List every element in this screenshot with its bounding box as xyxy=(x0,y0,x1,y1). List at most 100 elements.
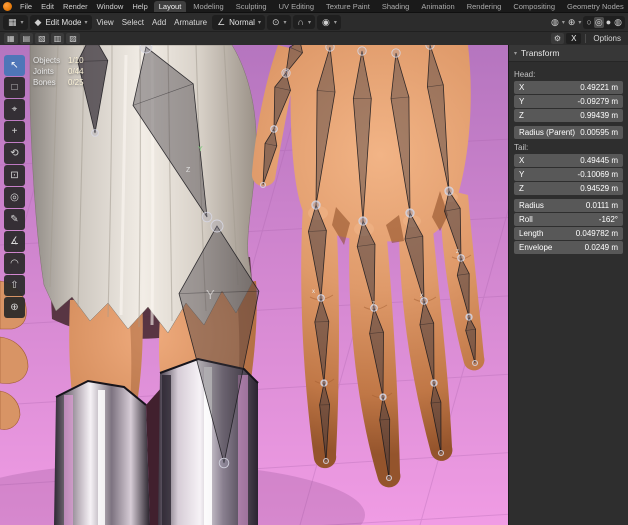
tool-cursor[interactable]: ⌖ xyxy=(4,99,25,120)
shading-mode-group: ○ ◎ ● ◍ xyxy=(583,16,625,29)
chevron-down-icon: ▾ xyxy=(308,19,311,26)
header-toggle-icon-5[interactable]: ▨ xyxy=(66,33,80,44)
tail-z-field[interactable]: Z 0.94529 m xyxy=(514,182,623,195)
pivot-dropdown[interactable]: ⊙ ▾ xyxy=(267,15,291,30)
length-field[interactable]: Length 0.049782 m xyxy=(514,227,623,240)
material-shading-icon[interactable]: ● xyxy=(605,17,612,28)
workspace-tab-texture-paint[interactable]: Texture Paint xyxy=(321,1,375,12)
field-label: Envelope xyxy=(519,243,552,252)
workspace-tab-modeling[interactable]: Modeling xyxy=(188,1,228,12)
menu-help[interactable]: Help xyxy=(128,1,151,12)
editor-type-button[interactable]: ▦ ▾ xyxy=(3,15,28,30)
solid-shading-icon[interactable]: ◎ xyxy=(594,17,604,28)
tool-extrude[interactable]: ⇧ xyxy=(4,275,25,296)
stat-objects: Objects 1/10 xyxy=(33,56,84,67)
mirror-x-toggle[interactable]: X xyxy=(566,33,581,44)
chevron-down-icon: ▾ xyxy=(334,19,337,26)
stat-label: Bones xyxy=(33,78,64,89)
radius-field[interactable]: Radius 0.0111 m xyxy=(514,199,623,212)
gizmos-icon[interactable]: ⊕ xyxy=(567,17,577,28)
tail-x-field[interactable]: X 0.49445 m xyxy=(514,154,623,167)
tool-settings-bar: ▦ ▤ ▧ ▥ ▨ ⚙ X Options xyxy=(0,31,628,45)
svg-text:Y: Y xyxy=(198,146,203,153)
head-z-field[interactable]: Z 0.99439 m xyxy=(514,109,623,122)
field-label: X xyxy=(519,156,524,165)
field-value: 0.49445 m xyxy=(580,156,618,165)
workspace-tab-animation[interactable]: Animation xyxy=(416,1,459,12)
tool-select-box[interactable]: □ xyxy=(4,77,25,98)
workspace-tab-uv-editing[interactable]: UV Editing xyxy=(274,1,319,12)
chevron-down-icon: ▾ xyxy=(284,19,287,26)
header-toggle-icon-3[interactable]: ▧ xyxy=(35,33,49,44)
orientation-label: Normal xyxy=(229,18,255,27)
workspace-tab-geometry-nodes[interactable]: Geometry Nodes xyxy=(562,1,628,12)
3d-viewport[interactable]: YZYxzxz ↖ □ ⌖ + ⟲ ⊡ ◎ ✎ ∡ ◠ ⇧ ⊕ Objects … xyxy=(0,45,628,525)
mode-dropdown[interactable]: ◆ Edit Mode ▾ xyxy=(30,15,92,30)
menu-edit[interactable]: Edit xyxy=(37,1,58,12)
menu-add[interactable]: Add xyxy=(149,17,169,28)
head-radius-parent-field[interactable]: Radius (Parent) 0.00595 m xyxy=(514,126,623,139)
collapse-arrow-icon: ▾ xyxy=(514,50,517,57)
field-label: Y xyxy=(519,97,524,106)
stat-label: Objects xyxy=(33,56,64,67)
tool-extrude-to-cursor[interactable]: ⊕ xyxy=(4,297,25,318)
editor-type-icon: ▦ xyxy=(7,17,18,28)
tool-rotate[interactable]: ⟲ xyxy=(4,143,25,164)
orientation-dropdown[interactable]: ∠ Normal ▾ xyxy=(212,15,265,30)
field-value: -0.10069 m xyxy=(578,170,618,179)
chevron-down-icon: ▾ xyxy=(578,19,581,26)
stat-label: Joints xyxy=(33,67,64,78)
head-group-label: Head: xyxy=(514,70,623,79)
tool-measure[interactable]: ∡ xyxy=(4,231,25,252)
menu-window[interactable]: Window xyxy=(93,1,128,12)
wireframe-shading-icon[interactable]: ○ xyxy=(585,17,592,28)
envelope-field[interactable]: Envelope 0.0249 m xyxy=(514,241,623,254)
settings-gear-icon[interactable]: ⚙ xyxy=(551,33,564,44)
overlays-icon[interactable]: ◍ xyxy=(550,17,560,28)
header-toggle-icon-4[interactable]: ▥ xyxy=(51,33,65,44)
workspace-tab-layout[interactable]: Layout xyxy=(154,1,187,12)
menu-select[interactable]: Select xyxy=(119,17,147,28)
tool-bone-roll[interactable]: ◠ xyxy=(4,253,25,274)
workspace-tab-compositing[interactable]: Compositing xyxy=(508,1,560,12)
svg-text:Z: Z xyxy=(186,167,191,174)
transform-panel-header[interactable]: ▾ Transform xyxy=(509,45,628,62)
snap-dropdown[interactable]: ∩ ▾ xyxy=(293,15,315,29)
field-label: Z xyxy=(519,111,524,120)
tail-y-field[interactable]: Y -0.10069 m xyxy=(514,168,623,181)
edit-mode-icon: ◆ xyxy=(34,17,43,28)
tool-shelf: ↖ □ ⌖ + ⟲ ⊡ ◎ ✎ ∡ ◠ ⇧ ⊕ xyxy=(4,55,25,318)
options-dropdown[interactable]: Options xyxy=(590,33,624,44)
tool-tweak[interactable]: ↖ xyxy=(4,55,25,76)
workspace-tab-shading[interactable]: Shading xyxy=(377,1,415,12)
field-label: Roll xyxy=(519,215,533,224)
head-x-field[interactable]: X 0.49221 m xyxy=(514,81,623,94)
blender-logo-icon[interactable] xyxy=(3,2,12,11)
menu-view[interactable]: View xyxy=(94,17,117,28)
proportional-dropdown[interactable]: ◉ ▾ xyxy=(317,15,341,30)
field-value: 0.049782 m xyxy=(576,229,618,238)
svg-text:z: z xyxy=(372,301,375,307)
roll-field[interactable]: Roll -162° xyxy=(514,213,623,226)
tail-group-label: Tail: xyxy=(514,143,623,152)
workspace-tab-rendering[interactable]: Rendering xyxy=(462,1,507,12)
header-toggle-icon-2[interactable]: ▤ xyxy=(20,33,34,44)
rendered-shading-icon[interactable]: ◍ xyxy=(613,17,623,28)
menu-armature[interactable]: Armature xyxy=(171,17,210,28)
menu-render[interactable]: Render xyxy=(59,1,92,12)
viewport-statistics: Objects 1/10 Joints 0/44 Bones 0/25 xyxy=(33,56,84,88)
chevron-down-icon: ▾ xyxy=(21,19,24,26)
tool-scale[interactable]: ⊡ xyxy=(4,165,25,186)
field-label: Radius (Parent) xyxy=(519,128,575,137)
tool-annotate[interactable]: ✎ xyxy=(4,209,25,230)
tool-transform[interactable]: ◎ xyxy=(4,187,25,208)
workspace-tab-sculpting[interactable]: Sculpting xyxy=(231,1,272,12)
menu-file[interactable]: File xyxy=(16,1,36,12)
chevron-down-icon: ▾ xyxy=(84,19,87,26)
head-y-field[interactable]: Y -0.09279 m xyxy=(514,95,623,108)
panel-title: Transform xyxy=(521,48,559,58)
orientation-icon: ∠ xyxy=(216,17,226,28)
header-toggle-icon-1[interactable]: ▦ xyxy=(4,33,18,44)
stat-value: 1/10 xyxy=(68,56,84,67)
tool-move[interactable]: + xyxy=(4,121,25,142)
